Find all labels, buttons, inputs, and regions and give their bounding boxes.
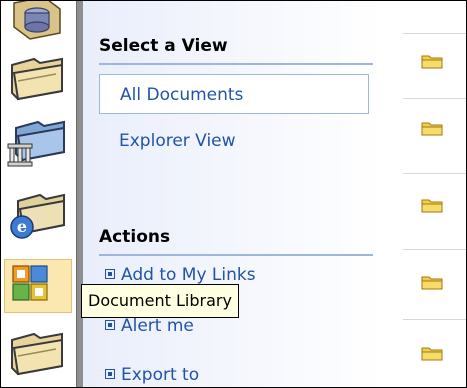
view-navigation-panel: Select a View All Documents Explorer Vie…: [83, 1, 383, 387]
application-window: e Select a View All Documents Explorer V…: [0, 0, 467, 388]
action-label: Export to: [121, 365, 200, 385]
action-add-to-my-links[interactable]: Add to My Links: [105, 265, 256, 285]
library-folder-icon[interactable]: [4, 116, 70, 168]
row-separator: [403, 33, 466, 34]
bullet-icon: [105, 269, 115, 279]
action-export-to[interactable]: Export to: [105, 365, 199, 385]
row-separator: [403, 249, 466, 250]
folder-icon[interactable]: [421, 345, 443, 361]
folder-icon[interactable]: [4, 51, 70, 103]
document-list: [383, 1, 466, 387]
action-label: Alert me: [121, 316, 194, 336]
icon-strip: e: [1, 1, 76, 387]
panel-divider[interactable]: [76, 1, 83, 387]
folder-icon[interactable]: [4, 326, 70, 378]
bullet-icon: [105, 320, 115, 330]
actions-rule: [99, 254, 373, 256]
svg-text:e: e: [17, 217, 27, 236]
web-folder-icon[interactable]: e: [4, 191, 70, 243]
folder-icon[interactable]: [421, 120, 443, 136]
database-icon[interactable]: [4, 1, 70, 45]
action-alert-me[interactable]: Alert me: [105, 316, 194, 336]
select-view-header: Select a View: [99, 36, 228, 56]
folder-icon[interactable]: [421, 53, 443, 69]
view-explorer-view[interactable]: Explorer View: [99, 121, 369, 161]
row-separator: [403, 173, 466, 174]
row-separator: [403, 319, 466, 320]
folder-icon[interactable]: [421, 274, 443, 290]
view-label: All Documents: [120, 85, 244, 105]
action-label: Add to My Links: [121, 265, 256, 285]
view-all-documents[interactable]: All Documents: [99, 74, 369, 114]
actions-header: Actions: [99, 227, 171, 247]
tooltip: Document Library: [81, 284, 239, 318]
document-library-icon[interactable]: [4, 259, 72, 313]
bullet-icon: [105, 369, 115, 379]
select-view-rule: [99, 63, 373, 65]
folder-icon[interactable]: [421, 197, 443, 213]
view-label: Explorer View: [119, 131, 236, 151]
row-separator: [403, 98, 466, 99]
